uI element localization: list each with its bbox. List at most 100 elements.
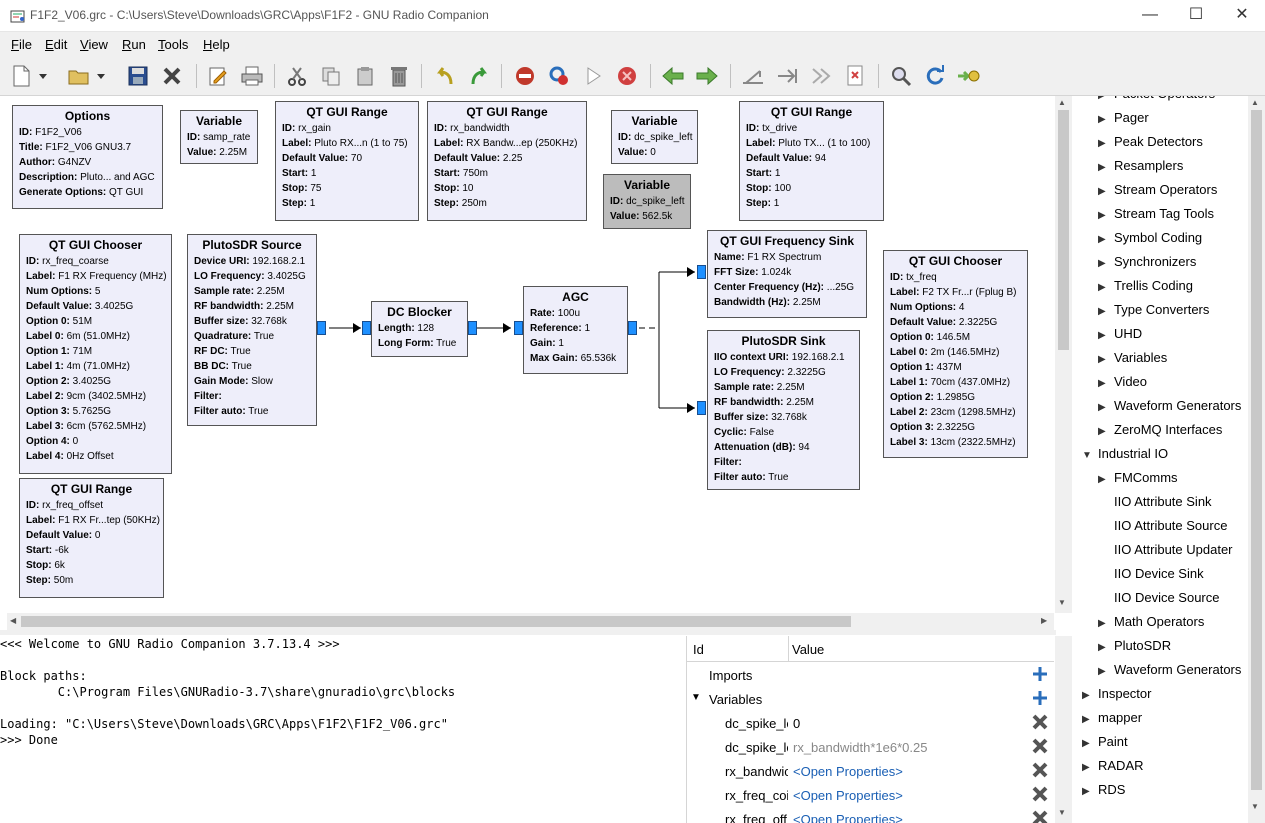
block-options[interactable]: Options ID: F1F2_V06 Title: F1F2_V06 GNU3.… — [12, 105, 163, 209]
block-freq-sink[interactable]: QT GUI Frequency Sink Name: F1 RX Spectru… — [707, 230, 867, 318]
close-button[interactable]: ✕ — [1219, 0, 1265, 32]
tree-item[interactable]: Resamplers — [1114, 158, 1183, 173]
tree-item[interactable]: FMComms — [1114, 470, 1178, 485]
variable-editor-scrollbar[interactable]: ▼ — [1055, 636, 1072, 823]
port-fsink-in[interactable] — [697, 265, 706, 279]
tree-expander-icon[interactable]: ▶ — [1098, 282, 1106, 293]
redo-icon[interactable] — [466, 63, 492, 89]
tree-item[interactable]: Paint — [1098, 734, 1128, 749]
tree-expander-icon[interactable]: ▶ — [1098, 402, 1106, 413]
remove-icon[interactable] — [1032, 762, 1048, 781]
block-range-rx-bandwidth[interactable]: QT GUI Range ID: rx_bandwidth Label: RX Ba… — [427, 101, 587, 221]
expand-arrow-icon[interactable]: ▼ — [691, 692, 701, 703]
stop-icon[interactable] — [614, 63, 640, 89]
rotate-cw-icon[interactable] — [774, 63, 800, 89]
flowgraph-canvas[interactable]: Options ID: F1F2_V06 Title: F1F2_V06 GNU3.… — [7, 96, 1054, 613]
tree-expander-icon[interactable]: ▶ — [1082, 786, 1090, 797]
variable-row[interactable]: rx_freq_off <Open Properties> — [687, 808, 1054, 823]
tree-item[interactable]: Inspector — [1098, 686, 1151, 701]
column-value[interactable]: Value — [792, 642, 824, 657]
paste-icon[interactable] — [352, 63, 378, 89]
port-agc-in[interactable] — [514, 321, 523, 335]
find-icon[interactable] — [888, 63, 914, 89]
port-dc-in[interactable] — [362, 321, 371, 335]
remove-icon[interactable] — [1032, 786, 1048, 805]
tree-item[interactable]: ZeroMQ Interfaces — [1114, 422, 1222, 437]
add-icon[interactable] — [1032, 690, 1048, 709]
save-icon[interactable] — [125, 63, 151, 89]
variable-row[interactable]: dc_spike_le 0 — [687, 712, 1054, 736]
tree-expander-icon[interactable]: ▶ — [1098, 258, 1106, 269]
move-right-icon[interactable] — [694, 63, 720, 89]
tree-item[interactable]: Waveform Generators — [1114, 398, 1241, 413]
menu-run[interactable]: Run — [122, 37, 146, 52]
copy-icon[interactable] — [318, 63, 344, 89]
variable-value[interactable]: <Open Properties> — [793, 812, 903, 823]
open-qt-icon[interactable] — [956, 63, 982, 89]
variable-value[interactable]: <Open Properties> — [793, 764, 903, 779]
tree-item[interactable]: Variables — [1114, 350, 1167, 365]
menu-view[interactable]: View — [80, 37, 108, 52]
execute-icon[interactable] — [546, 63, 572, 89]
tree-item[interactable]: Type Converters — [1114, 302, 1209, 317]
remove-icon[interactable] — [1032, 810, 1048, 823]
menu-help[interactable]: Help — [203, 37, 230, 52]
block-plutosdr-source[interactable]: PlutoSDR Source Device URI: 192.168.2.1 LO… — [187, 234, 317, 426]
block-range-rx-freq-offset[interactable]: QT GUI Range ID: rx_freq_offset Label: F1 … — [19, 478, 164, 598]
tree-item[interactable]: RDS — [1098, 782, 1125, 797]
tree-item[interactable]: Trellis Coding — [1114, 278, 1193, 293]
tree-item[interactable]: Stream Tag Tools — [1114, 206, 1214, 221]
tree-item[interactable]: Video — [1114, 374, 1147, 389]
block-dc-blocker[interactable]: DC Blocker Length: 128 Long Form: True — [371, 301, 468, 357]
tree-item[interactable]: PlutoSDR — [1114, 638, 1171, 653]
block-agc[interactable]: AGC Rate: 100u Reference: 1 Gain: 1 Max Gain… — [523, 286, 628, 374]
run-icon[interactable] — [580, 63, 606, 89]
tree-item[interactable]: UHD — [1114, 326, 1142, 341]
tree-expander-icon[interactable]: ▶ — [1082, 762, 1090, 773]
tree-expander-icon[interactable]: ▶ — [1098, 162, 1106, 173]
tree-item[interactable]: Pager — [1114, 110, 1149, 125]
undo-icon[interactable] — [432, 63, 458, 89]
vertical-scroll-thumb[interactable] — [1058, 110, 1069, 350]
print-icon[interactable] — [239, 63, 265, 89]
rotate-ccw-icon[interactable] — [740, 63, 766, 89]
tree-expander-icon[interactable]: ▶ — [1098, 96, 1106, 101]
cut-icon[interactable] — [284, 63, 310, 89]
block-variable-samp-rate[interactable]: Variable ID: samp_rate Value: 2.25M — [180, 110, 258, 164]
tree-expander-icon[interactable]: ▶ — [1098, 354, 1106, 365]
tree-item[interactable]: IIO Attribute Source — [1114, 518, 1227, 533]
library-scroll-thumb[interactable] — [1251, 110, 1262, 790]
disable-icon[interactable] — [842, 63, 868, 89]
tree-expander-icon[interactable]: ▶ — [1098, 426, 1106, 437]
menu-tools[interactable]: Tools — [158, 37, 188, 52]
edit-properties-icon[interactable] — [205, 63, 231, 89]
port-agc-out[interactable] — [628, 321, 637, 335]
block-chooser-tx-freq[interactable]: QT GUI Chooser ID: tx_freq Label: F2 TX Fr… — [883, 250, 1028, 458]
tree-expander-icon[interactable]: ▶ — [1098, 642, 1106, 653]
tree-expander-icon[interactable]: ▼ — [1082, 450, 1092, 461]
tree-item[interactable]: Stream Operators — [1114, 182, 1217, 197]
tree-item[interactable]: Peak Detectors — [1114, 134, 1203, 149]
menu-file[interactable]: File — [11, 37, 32, 52]
tree-item[interactable]: mapper — [1098, 710, 1142, 725]
tree-item[interactable]: IIO Attribute Sink — [1114, 494, 1212, 509]
tree-expander-icon[interactable]: ▶ — [1098, 138, 1106, 149]
tree-item[interactable]: Industrial IO — [1098, 446, 1168, 461]
canvas-vertical-scrollbar[interactable]: ▲ ▼ — [1055, 96, 1072, 613]
tree-expander-icon[interactable]: ▶ — [1082, 714, 1090, 725]
menu-edit[interactable]: Edit — [45, 37, 67, 52]
new-dropdown-icon[interactable] — [36, 63, 50, 89]
open-icon[interactable] — [66, 63, 92, 89]
variable-row[interactable]: ▼ Variables — [687, 688, 1054, 712]
variable-row[interactable]: rx_bandwic <Open Properties> — [687, 760, 1054, 784]
new-icon[interactable] — [8, 63, 34, 89]
variable-value[interactable]: <Open Properties> — [793, 788, 903, 803]
tree-expander-icon[interactable]: ▶ — [1098, 234, 1106, 245]
port-src-out[interactable] — [317, 321, 326, 335]
variable-row[interactable]: Imports — [687, 664, 1054, 688]
variable-row[interactable]: dc_spike_le rx_bandwidth*1e6*0.25 — [687, 736, 1054, 760]
tree-item[interactable]: IIO Device Source — [1114, 590, 1220, 605]
library-scrollbar[interactable]: ▲ ▼ — [1248, 96, 1265, 823]
block-chooser-rx-freq[interactable]: QT GUI Chooser ID: rx_freq_coarse Label: F… — [19, 234, 172, 474]
block-plutosdr-sink[interactable]: PlutoSDR Sink IIO context URI: 192.168.2.… — [707, 330, 860, 490]
